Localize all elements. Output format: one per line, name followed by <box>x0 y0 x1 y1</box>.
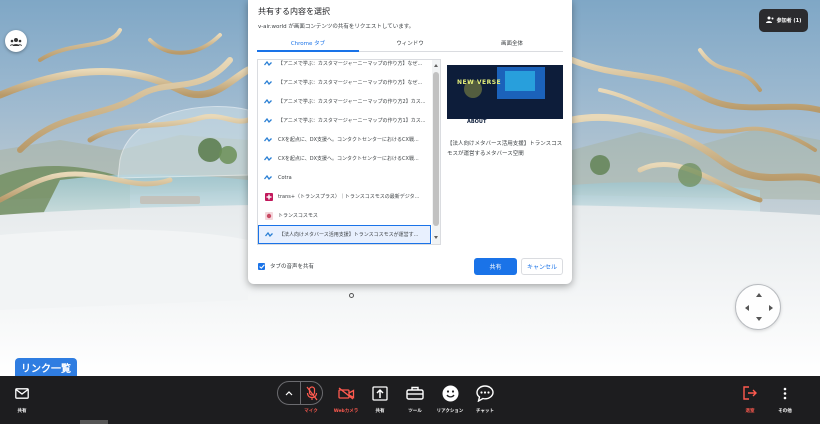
movement-dpad[interactable] <box>735 284 781 330</box>
wave-icon <box>265 230 274 239</box>
preview-thumbnail <box>447 61 563 132</box>
chrome-tab-list[interactable]: 【アニメで学ぶ：カスタマージャーニーマップの作り方】なぜ... 【アニメで学ぶ：… <box>257 59 441 245</box>
source-tabs: Chrome タブ ウィンドウ 画面全体 <box>257 38 563 52</box>
mic-label: マイク <box>304 409 318 414</box>
chevron-up-icon <box>285 390 293 395</box>
mic-off-icon <box>305 385 318 400</box>
tab-chrome[interactable]: Chrome タブ <box>257 38 359 52</box>
camera-off-icon <box>337 382 355 404</box>
wave-icon <box>264 154 273 163</box>
list-item[interactable]: CXを起点に、DX支援へ。コンタクトセンターにおけるCX戦... <box>258 149 431 168</box>
more-vertical-icon <box>783 382 787 404</box>
tools-button[interactable]: ツール <box>397 382 433 422</box>
preview-section-text: ABOUT <box>467 119 487 125</box>
camera-label: Webカメラ <box>333 409 359 414</box>
list-item[interactable]: trans+（トランスプラス）｜トランスコスモスの最新デジタ... <box>258 187 431 206</box>
list-item[interactable]: 【アニメで学ぶ：カスタマージャーニーマップの作り方2】カス... <box>258 92 431 111</box>
toolbox-icon <box>406 382 424 404</box>
share-audio-checkbox[interactable] <box>258 263 265 270</box>
preview-caption: 【法人向けメタバース活用支援】トランスコスモスが運営するメタバース空間 <box>447 141 563 157</box>
wave-icon <box>264 78 273 87</box>
link-list-button[interactable]: リンク一覧 <box>15 358 77 376</box>
dialog-title: 共有する内容を選択 <box>258 7 330 16</box>
exit-icon <box>742 382 758 404</box>
mic-toggle-button[interactable] <box>300 382 322 404</box>
tools-label: ツール <box>408 409 422 414</box>
share-left-label: 共有 <box>17 409 27 414</box>
arrow-right-icon[interactable] <box>769 305 773 311</box>
chat-bubble-icon <box>476 382 494 404</box>
participants-label: 参加者 (1) <box>776 18 802 24</box>
list-item[interactable]: 【アニメで学ぶ：カスタマージャーニーマップの作り方】なぜ... <box>258 73 431 92</box>
center-reticle <box>349 293 354 298</box>
wave-icon <box>264 97 273 106</box>
screen-share-label: 共有 <box>375 409 385 414</box>
people-icon <box>10 32 22 51</box>
screen-share-icon <box>372 382 388 404</box>
reaction-label: リアクション <box>436 409 464 414</box>
tab-preview: NEW VERSE ABOUT <box>447 61 563 132</box>
leave-button[interactable]: 退室 <box>732 382 768 422</box>
wave-icon <box>264 173 273 182</box>
people-button[interactable] <box>5 30 27 52</box>
list-item[interactable]: 【アニメで学ぶ：カスタマージャーニーマップの作り方1】カス... <box>258 111 431 130</box>
share-left-button[interactable]: 共有 <box>4 382 40 422</box>
share-button[interactable]: 共有 <box>474 258 517 275</box>
mic-group <box>277 381 323 405</box>
share-audio-label: タブの音声を共有 <box>270 264 315 270</box>
mail-icon <box>15 382 29 404</box>
cancel-button[interactable]: キャンセル <box>521 258 563 275</box>
tab-entire-screen[interactable]: 画面全体 <box>461 38 563 51</box>
list-item-selected[interactable]: 【法人向けメタバース活用支援】トランスコスモスが運営す... <box>258 225 431 244</box>
wave-icon <box>264 60 273 68</box>
leave-label: 退室 <box>745 409 755 414</box>
more-button[interactable]: その他 <box>767 382 803 422</box>
participants-icon <box>765 16 774 25</box>
mic-options-button[interactable] <box>278 382 300 404</box>
wave-icon <box>264 135 273 144</box>
list-item[interactable]: Cotra <box>258 168 431 187</box>
list-item[interactable]: CXを起点に、DX支援へ。コンタクトセンターにおけるCX戦... <box>258 130 431 149</box>
trans-plus-icon <box>264 192 273 201</box>
dialog-subtitle: v-air.world が画面コンテンツの共有をリクエストしています。 <box>258 24 415 30</box>
scroll-down-icon[interactable] <box>434 236 438 239</box>
tab-window[interactable]: ウィンドウ <box>359 38 461 51</box>
arrow-up-icon[interactable] <box>756 293 762 297</box>
chat-label: チャット <box>476 409 494 414</box>
transcosmos-icon <box>264 211 273 220</box>
scroll-thumb[interactable] <box>433 72 439 226</box>
screen-share-button[interactable]: 共有 <box>362 382 398 422</box>
check-icon <box>258 264 265 269</box>
wave-icon <box>264 116 273 125</box>
scroll-up-icon[interactable] <box>434 64 438 67</box>
smiley-icon <box>442 382 459 404</box>
more-label: その他 <box>778 409 792 414</box>
taskbar-strip <box>80 420 108 424</box>
reaction-button[interactable]: リアクション <box>432 382 468 422</box>
list-item[interactable]: トランスコスモス <box>258 206 431 225</box>
camera-button[interactable]: Webカメラ <box>328 382 364 422</box>
share-dialog: 共有する内容を選択 v-air.world が画面コンテンツの共有をリクエストし… <box>248 0 572 284</box>
list-item[interactable]: 【アニメで学ぶ：カスタマージャーニーマップの作り方】なぜ... <box>258 60 431 73</box>
tab-list-scrollbar[interactable] <box>432 60 440 244</box>
chat-button[interactable]: チャット <box>467 382 503 422</box>
participants-button[interactable]: 参加者 (1) <box>759 9 808 32</box>
arrow-left-icon[interactable] <box>745 305 749 311</box>
bottom-toolbar: 共有 マイク Webカメラ 共有 ツール リアクション チャット 退室 その他 <box>0 376 820 424</box>
preview-logo-text: NEW VERSE <box>457 79 502 86</box>
arrow-down-icon[interactable] <box>756 317 762 321</box>
